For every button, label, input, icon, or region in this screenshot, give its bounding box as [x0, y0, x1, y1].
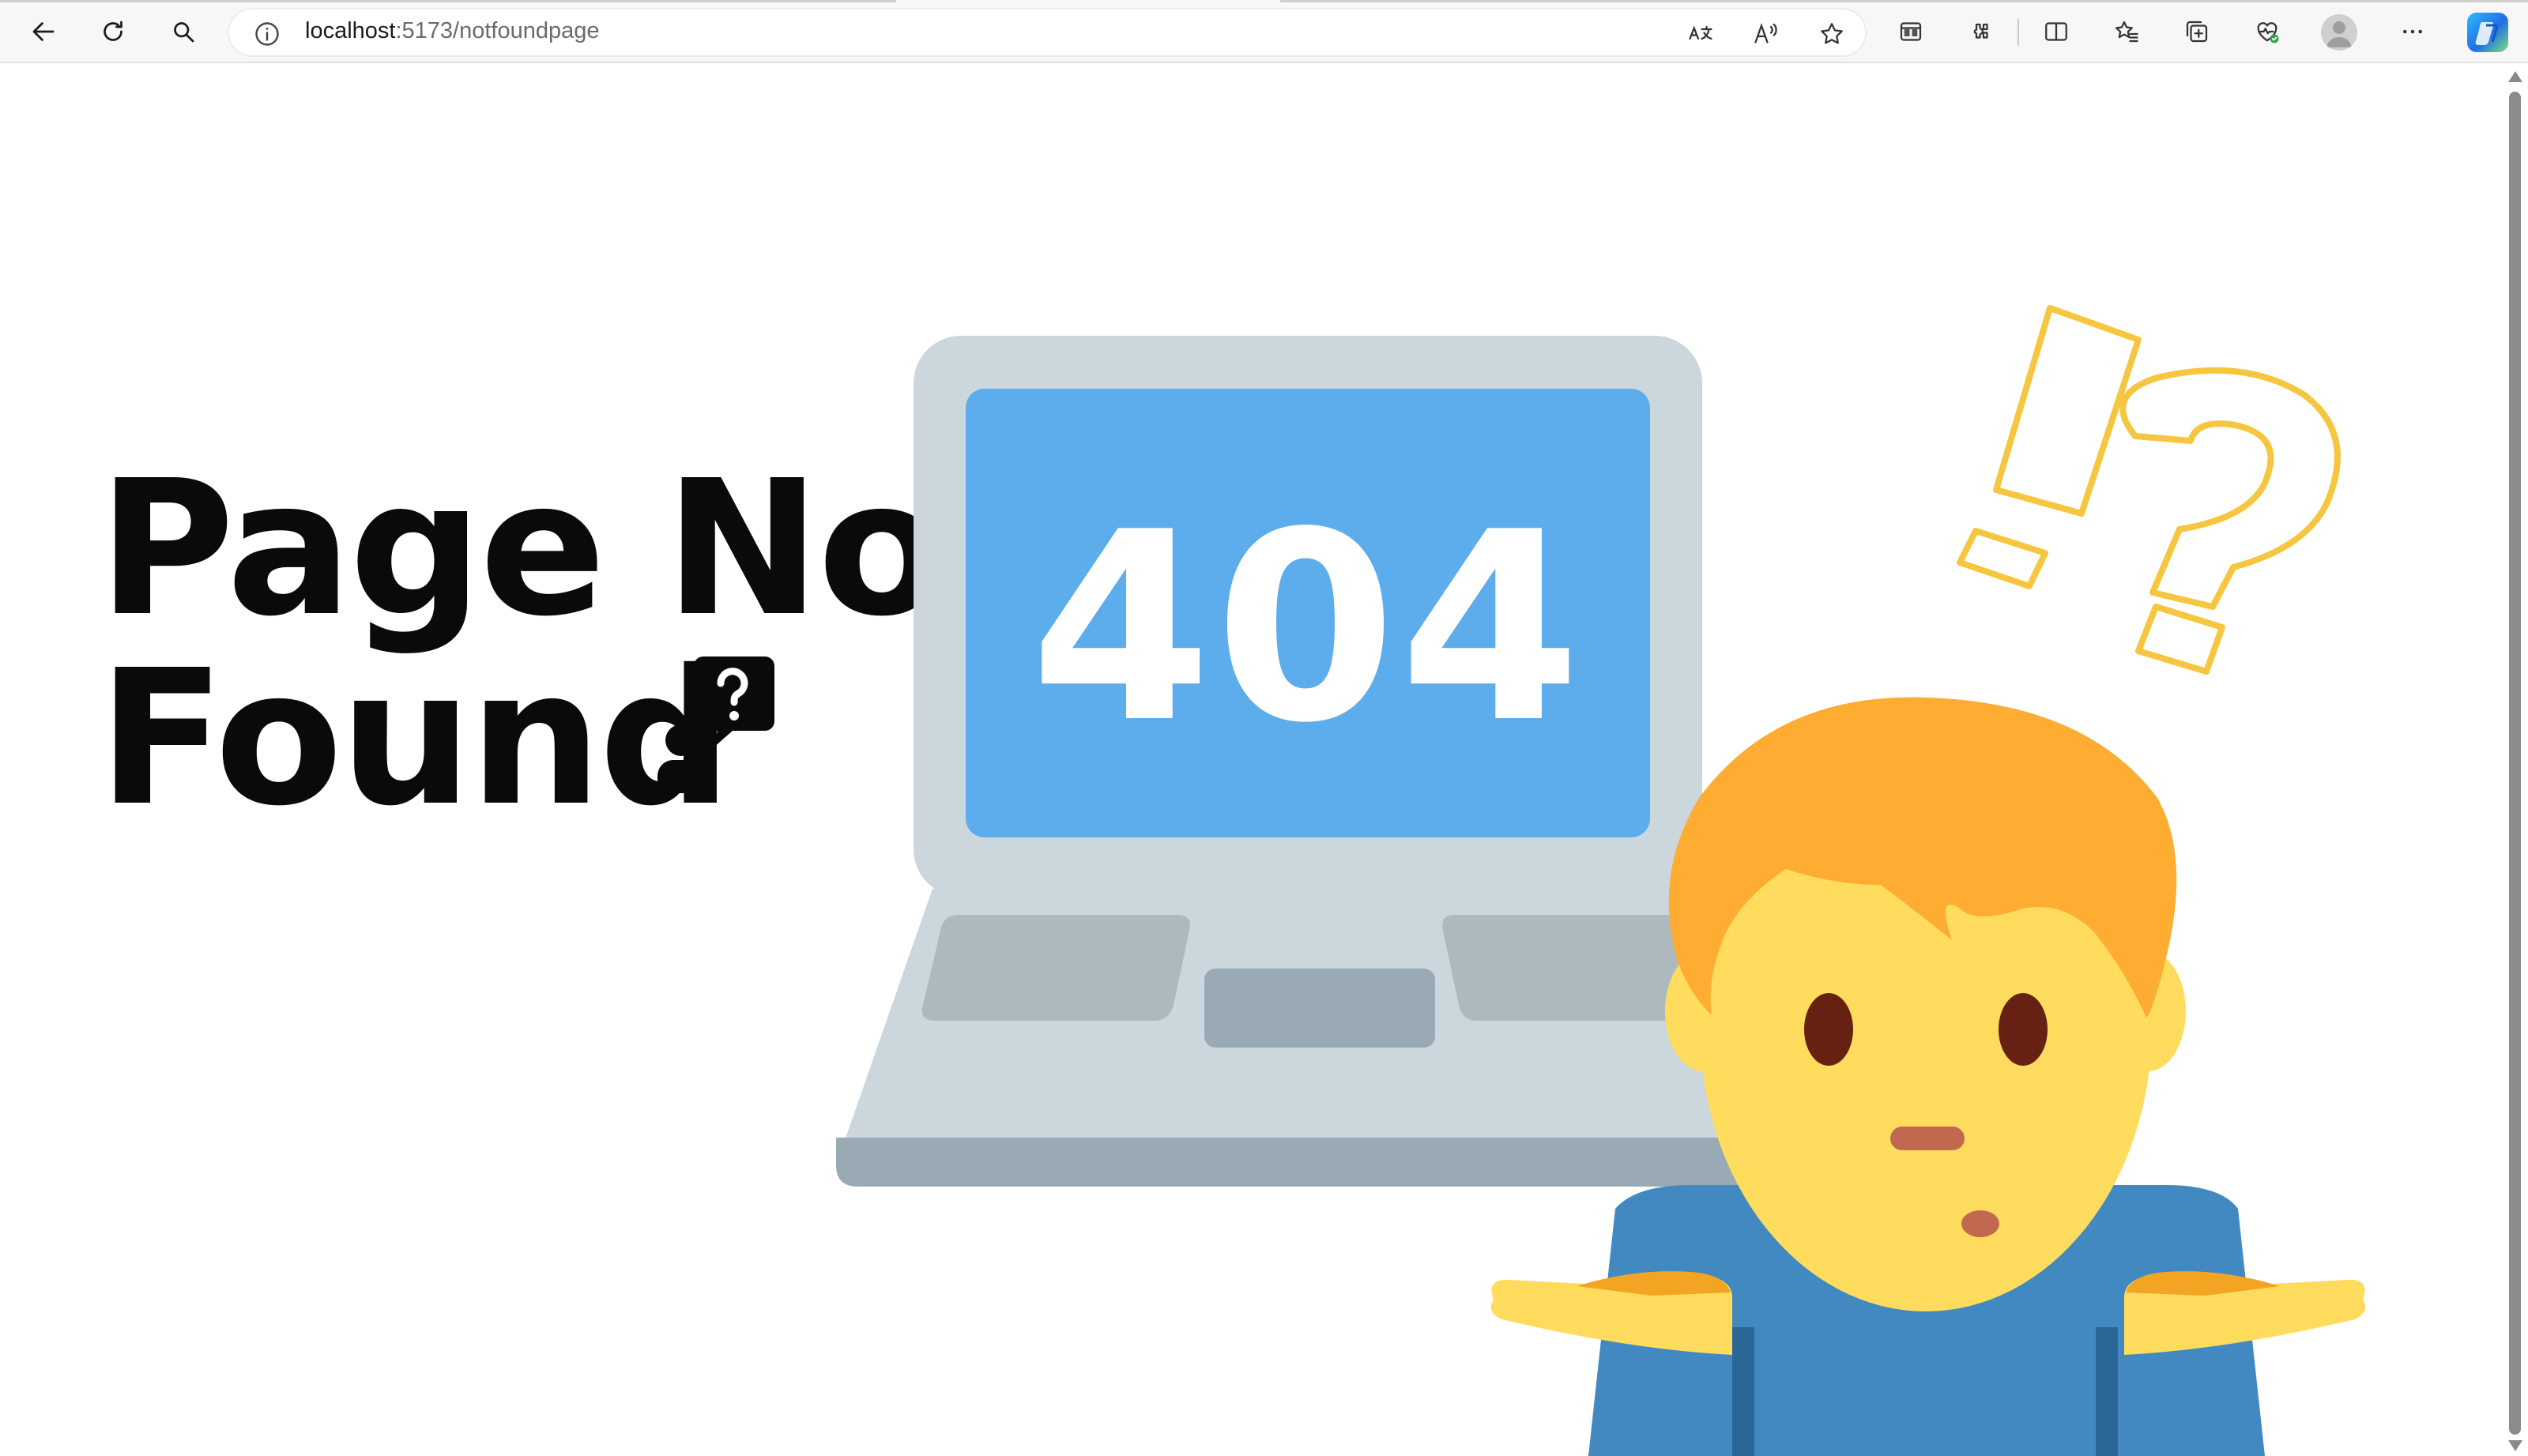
tab-strip-edge [0, 0, 896, 2]
url-text[interactable]: localhost:5173/notfoundpage [305, 18, 600, 44]
person-left-eye [1804, 993, 1853, 1066]
person-mouth [1961, 1210, 1999, 1237]
laptop-base-edge [836, 1138, 1795, 1187]
split-screen-icon[interactable] [2040, 16, 2072, 47]
browser-essentials-icon[interactable] [2251, 16, 2283, 47]
browser-toolbar: localhost:5173/notfoundpage [0, 0, 2528, 63]
exclamation-question-icon [1957, 305, 2341, 675]
person-nose [1890, 1127, 1965, 1150]
address-bar[interactable]: localhost:5173/notfoundpage [228, 8, 1867, 57]
scroll-down-arrow-icon[interactable] [2508, 1440, 2522, 1451]
search-icon[interactable] [168, 16, 199, 47]
page-content: Page Not Found 404 [0, 63, 2502, 1456]
favorites-icon[interactable] [2111, 16, 2142, 47]
error-code-404: 404 [1030, 476, 1584, 780]
translate-icon[interactable] [1685, 18, 1716, 50]
workspaces-icon[interactable] [1895, 16, 1927, 47]
url-host: localhost [305, 18, 396, 43]
read-aloud-icon[interactable] [1750, 18, 1782, 50]
profile-avatar-icon[interactable] [2321, 14, 2357, 51]
toolbar-divider [2018, 19, 2019, 46]
collections-icon[interactable] [2181, 16, 2213, 47]
laptop-trackpad [1204, 969, 1435, 1048]
site-info-icon[interactable] [253, 20, 281, 48]
url-path: :5173/notfoundpage [395, 18, 600, 43]
favorite-star-icon[interactable] [1816, 18, 1848, 50]
vertical-scrollbar[interactable] [2502, 63, 2528, 1456]
scrollbar-thumb[interactable] [2509, 92, 2521, 1435]
person-right-eye [1999, 993, 2048, 1066]
scroll-up-arrow-icon[interactable] [2508, 71, 2522, 82]
extensions-icon[interactable] [1965, 16, 1997, 47]
copilot-icon[interactable] [2467, 13, 2508, 52]
laptop-keyboard-left [921, 915, 1190, 1021]
refresh-icon[interactable] [97, 16, 129, 47]
more-options-icon[interactable] [2397, 16, 2428, 47]
tab-strip-edge [1280, 0, 2528, 2]
back-arrow-icon[interactable] [28, 16, 59, 47]
